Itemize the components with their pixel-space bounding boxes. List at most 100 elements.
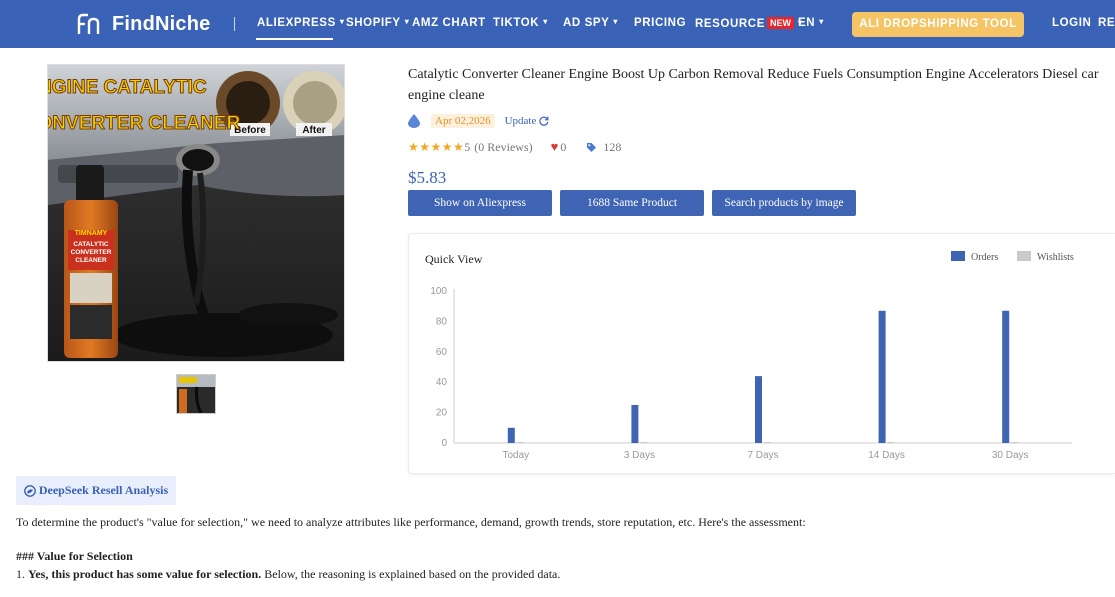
legend-label-wishlists[interactable]: Wishlists — [1037, 252, 1074, 263]
quick-view-chart-card: Quick View 0 20 40 60 80 100 Today 3 Days 7 Days… — [408, 233, 1115, 474]
nav-ad-spy[interactable]: AD SPY ▾ — [563, 17, 618, 29]
search-by-image-button[interactable]: Search products by image — [712, 190, 856, 216]
product-title: Catalytic Converter Cleaner Engine Boost… — [408, 64, 1115, 106]
nav-language-label: EN — [798, 17, 816, 29]
x-tick-label: 7 Days — [747, 450, 778, 461]
bottle-brand: TIMNAMY — [75, 230, 108, 237]
product-title-line-1: Catalytic Converter Cleaner Engine Boost… — [408, 67, 1099, 82]
nav-aliexpress[interactable]: ALIEXPRESS ▾ — [257, 17, 344, 29]
chevron-down-icon: ▾ — [339, 17, 345, 26]
bar-wishlists-4[interactable] — [1011, 442, 1019, 443]
bar-orders-1[interactable] — [631, 405, 639, 443]
star-rating-icon: ★★★★★ — [408, 139, 465, 154]
bar-orders-0[interactable] — [507, 427, 515, 443]
bottle-line-3: CLEANER — [75, 257, 107, 264]
bar-orders-2[interactable] — [755, 376, 762, 443]
after-label: After — [302, 125, 325, 136]
nav-shopify-label: SHOPIFY — [346, 17, 401, 29]
findniche-logo-icon — [77, 13, 100, 34]
product-photo: Before After ENGINE CATALYTIC CONVERTER … — [48, 65, 344, 361]
deepseek-analysis-label: DeepSeek Resell Analysis — [38, 483, 169, 497]
x-tick-label: 30 Days — [992, 450, 1029, 461]
product-thumbnail[interactable] — [176, 374, 216, 414]
nav-shopify[interactable]: SHOPIFY ▾ — [346, 17, 409, 29]
new-badge: NEW — [766, 17, 794, 29]
update-label: Update — [504, 115, 537, 127]
nav-pricing-label: PRICING — [634, 17, 687, 29]
analysis-point-rest: Below, the reasoning is explained based … — [261, 567, 561, 581]
x-tick-label: Today — [502, 450, 529, 461]
nav-aliexpress-label: ALIEXPRESS — [257, 17, 336, 29]
like-count: 0 — [560, 139, 567, 154]
nav-tiktok-label: TIKTOK — [493, 17, 540, 29]
product-price: $5.83 — [408, 168, 447, 187]
bar-wishlists-0[interactable] — [516, 442, 524, 443]
x-tick-label: 3 Days — [624, 450, 655, 461]
bar-wishlists-1[interactable] — [640, 442, 648, 443]
brand-name: FindNiche — [112, 12, 211, 35]
chevron-down-icon: ▾ — [404, 17, 410, 26]
review-count[interactable]: (0 Reviews) — [474, 140, 532, 155]
nav-amz-chart-label: AMZ CHART — [412, 17, 486, 29]
register-link[interactable]: REG — [1098, 17, 1115, 29]
rating-row: ★★★★★ 5 (0 Reviews) ♥ 0 128 — [408, 139, 621, 155]
y-tick-label: 60 — [436, 347, 448, 358]
y-tick-label: 100 — [430, 286, 447, 297]
image-headline-1: ENGINE CATALYTIC — [48, 77, 207, 98]
brand-logo[interactable]: FindNiche — [76, 12, 210, 36]
show-on-aliexpress-button[interactable]: Show on Aliexpress — [408, 190, 552, 216]
quick-view-bar-chart: 0 20 40 60 80 100 Today 3 Days 7 Days 14 Days 30 D… — [430, 251, 1074, 461]
nav-language[interactable]: EN ▾ — [798, 17, 824, 29]
x-tick-label: 14 Days — [868, 450, 905, 461]
nav-amz-chart[interactable]: AMZ CHART — [412, 17, 486, 29]
heart-icon[interactable]: ♥ — [551, 139, 559, 155]
droplet-icon — [408, 114, 420, 128]
legend-swatch-orders[interactable] — [951, 251, 965, 261]
bottle-line-2: CONVERTER — [71, 249, 112, 256]
rating-value: 5 — [464, 139, 471, 154]
bar-wishlists-3[interactable] — [887, 442, 895, 443]
nav-divider — [234, 17, 235, 31]
update-button[interactable]: Update — [505, 115, 550, 127]
analysis-heading-text: Value for Selection — [36, 549, 133, 563]
nav-active-indicator — [256, 38, 333, 40]
y-tick-label: 40 — [436, 377, 448, 388]
legend-swatch-wishlists[interactable] — [1017, 251, 1031, 261]
product-title-line-2: engine cleane — [408, 88, 485, 103]
analysis-point-bold: Yes, this product has some value for sel… — [28, 567, 262, 581]
analysis-heading-prefix: ### — [16, 549, 37, 563]
analysis-point-number: 1. — [16, 567, 28, 581]
deepseek-icon — [23, 484, 36, 497]
image-headline-2: CONVERTER CLEANER — [48, 113, 240, 134]
product-meta-row: Apr 02,2026 Update — [408, 113, 549, 129]
date-badge: Apr 02,2026 — [431, 114, 495, 128]
y-tick-label: 20 — [436, 408, 448, 419]
legend-label-orders[interactable]: Orders — [971, 252, 998, 263]
same-product-1688-button[interactable]: 1688 Same Product — [560, 190, 704, 216]
nav-resource[interactable]: RESOURCE NEW ▾ — [695, 17, 803, 30]
nav-resource-label: RESOURCE — [695, 18, 765, 30]
nav-tiktok[interactable]: TIKTOK ▾ — [493, 17, 548, 29]
thumbnail-photo — [177, 375, 215, 413]
analysis-point-1: 1. Yes, this product has some value for … — [16, 567, 560, 582]
bottle-line-1: CATALYTIC — [73, 241, 109, 248]
y-tick-label: 80 — [436, 316, 448, 327]
nav-pricing[interactable]: PRICING — [634, 17, 686, 29]
deepseek-analysis-button[interactable]: DeepSeek Resell Analysis — [16, 476, 176, 505]
bar-orders-4[interactable] — [1002, 310, 1010, 443]
tag-count: 128 — [603, 139, 622, 154]
bar-wishlists-2[interactable] — [764, 442, 771, 443]
top-navbar: FindNiche ALIEXPRESS ▾ SHOPIFY ▾ AMZ CHART… — [0, 0, 1115, 48]
chevron-down-icon: ▾ — [543, 17, 548, 26]
chevron-down-icon: ▾ — [613, 17, 619, 26]
product-main-image[interactable]: Before After ENGINE CATALYTIC CONVERTER … — [47, 64, 345, 362]
tag-icon — [587, 142, 597, 152]
login-link[interactable]: LOGIN — [1052, 17, 1091, 29]
bar-orders-3[interactable] — [878, 310, 886, 443]
analysis-intro: To determine the product's "value for se… — [16, 515, 806, 529]
ali-dropshipping-tool-button[interactable]: ALI DROPSHIPPING TOOL — [852, 12, 1024, 37]
analysis-heading: ### Value for Selection — [16, 549, 133, 564]
y-tick-label: 0 — [441, 438, 447, 449]
nav-ad-spy-label: AD SPY — [563, 17, 610, 29]
chevron-down-icon: ▾ — [819, 17, 824, 26]
